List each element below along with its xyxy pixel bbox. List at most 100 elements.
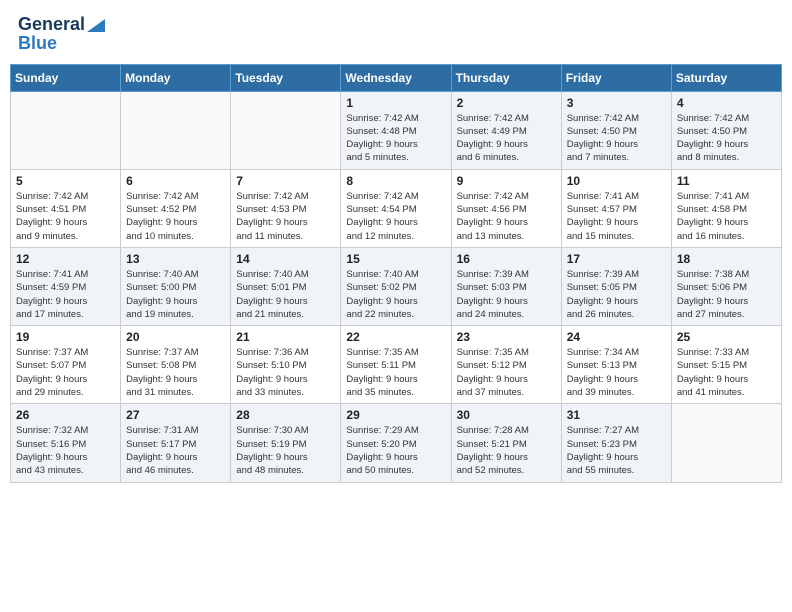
weekday-header-wednesday: Wednesday [341, 64, 451, 91]
calendar-cell: 31Sunrise: 7:27 AM Sunset: 5:23 PM Dayli… [561, 404, 671, 482]
weekday-header-sunday: Sunday [11, 64, 121, 91]
day-number: 11 [677, 174, 776, 188]
calendar-cell: 28 Sunrise: 7:30 AM Sunset: 5:19 PM Dayli… [231, 404, 341, 482]
calendar-cell: 21 Sunrise: 7:36 AM Sunset: 5:10 PM Dayli… [231, 326, 341, 404]
calendar-cell: 16 Sunrise: 7:39 AM Sunset: 5:03 PM Dayli… [451, 247, 561, 325]
calendar-cell: 25 Sunrise: 7:33 AM Sunset: 5:15 PM Dayli… [671, 326, 781, 404]
day-number: 29 [346, 408, 445, 422]
day-info: Sunrise: 7:42 AM Sunset: 4:52 PM Dayligh… [126, 190, 225, 243]
day-number: 22 [346, 330, 445, 344]
calendar-cell: 23 Sunrise: 7:35 AM Sunset: 5:12 PM Dayli… [451, 326, 561, 404]
day-number: 5 [16, 174, 115, 188]
calendar-cell [671, 404, 781, 482]
calendar-cell: 2Sunrise: 7:42 AM Sunset: 4:49 PM Daylig… [451, 91, 561, 169]
day-number: 9 [457, 174, 556, 188]
day-number: 18 [677, 252, 776, 266]
calendar-cell: 19 Sunrise: 7:37 AM Sunset: 5:07 PM Dayli… [11, 326, 121, 404]
day-number: 12 [16, 252, 115, 266]
day-info: Sunrise: 7:36 AM Sunset: 5:10 PM Dayligh… [236, 346, 335, 399]
day-number: 13 [126, 252, 225, 266]
day-number: 6 [126, 174, 225, 188]
calendar-table: SundayMondayTuesdayWednesdayThursdayFrid… [10, 64, 782, 483]
day-info: Sunrise: 7:35 AM Sunset: 5:12 PM Dayligh… [457, 346, 556, 399]
calendar-cell: 3Sunrise: 7:42 AM Sunset: 4:50 PM Daylig… [561, 91, 671, 169]
weekday-header-thursday: Thursday [451, 64, 561, 91]
day-number: 21 [236, 330, 335, 344]
logo-blue-text: Blue [18, 34, 57, 52]
day-number: 10 [567, 174, 666, 188]
day-info: Sunrise: 7:41 AM Sunset: 4:59 PM Dayligh… [16, 268, 115, 321]
day-number: 15 [346, 252, 445, 266]
day-number: 23 [457, 330, 556, 344]
calendar-cell: 24 Sunrise: 7:34 AM Sunset: 5:13 PM Dayli… [561, 326, 671, 404]
calendar-week-2: 5 Sunrise: 7:42 AM Sunset: 4:51 PM Daylig… [11, 169, 782, 247]
day-number: 14 [236, 252, 335, 266]
day-number: 28 [236, 408, 335, 422]
calendar-week-4: 19 Sunrise: 7:37 AM Sunset: 5:07 PM Dayli… [11, 326, 782, 404]
day-info: Sunrise: 7:42 AM Sunset: 4:56 PM Dayligh… [457, 190, 556, 243]
day-info: Sunrise: 7:27 AM Sunset: 5:23 PM Dayligh… [567, 424, 666, 477]
day-info: Sunrise: 7:40 AM Sunset: 5:02 PM Dayligh… [346, 268, 445, 321]
day-number: 30 [457, 408, 556, 422]
calendar-cell: 11 Sunrise: 7:41 AM Sunset: 4:58 PM Dayli… [671, 169, 781, 247]
day-info: Sunrise: 7:38 AM Sunset: 5:06 PM Dayligh… [677, 268, 776, 321]
day-info: Sunrise: 7:42 AM Sunset: 4:54 PM Dayligh… [346, 190, 445, 243]
day-info: Sunrise: 7:31 AM Sunset: 5:17 PM Dayligh… [126, 424, 225, 477]
weekday-header-friday: Friday [561, 64, 671, 91]
calendar-week-3: 12 Sunrise: 7:41 AM Sunset: 4:59 PM Dayli… [11, 247, 782, 325]
weekday-header-monday: Monday [121, 64, 231, 91]
calendar-cell [231, 91, 341, 169]
day-number: 25 [677, 330, 776, 344]
weekday-header-saturday: Saturday [671, 64, 781, 91]
day-info: Sunrise: 7:42 AM Sunset: 4:50 PM Dayligh… [677, 112, 776, 165]
calendar-week-1: 1 Sunrise: 7:42 AM Sunset: 4:48 PM Daylig… [11, 91, 782, 169]
calendar-cell: 13Sunrise: 7:40 AM Sunset: 5:00 PM Dayli… [121, 247, 231, 325]
calendar-cell: 12 Sunrise: 7:41 AM Sunset: 4:59 PM Dayli… [11, 247, 121, 325]
calendar-cell: 27Sunrise: 7:31 AM Sunset: 5:17 PM Dayli… [121, 404, 231, 482]
day-info: Sunrise: 7:42 AM Sunset: 4:53 PM Dayligh… [236, 190, 335, 243]
day-info: Sunrise: 7:37 AM Sunset: 5:07 PM Dayligh… [16, 346, 115, 399]
calendar-cell: 26 Sunrise: 7:32 AM Sunset: 5:16 PM Dayli… [11, 404, 121, 482]
calendar-cell: 18 Sunrise: 7:38 AM Sunset: 5:06 PM Dayli… [671, 247, 781, 325]
day-info: Sunrise: 7:41 AM Sunset: 4:57 PM Dayligh… [567, 190, 666, 243]
day-info: Sunrise: 7:41 AM Sunset: 4:58 PM Dayligh… [677, 190, 776, 243]
day-number: 17 [567, 252, 666, 266]
day-info: Sunrise: 7:29 AM Sunset: 5:20 PM Dayligh… [346, 424, 445, 477]
calendar-cell: 30 Sunrise: 7:28 AM Sunset: 5:21 PM Dayli… [451, 404, 561, 482]
calendar-cell: 15 Sunrise: 7:40 AM Sunset: 5:02 PM Dayli… [341, 247, 451, 325]
day-info: Sunrise: 7:42 AM Sunset: 4:48 PM Dayligh… [346, 112, 445, 165]
day-info: Sunrise: 7:39 AM Sunset: 5:05 PM Dayligh… [567, 268, 666, 321]
calendar-cell [121, 91, 231, 169]
calendar-cell: 17 Sunrise: 7:39 AM Sunset: 5:05 PM Dayli… [561, 247, 671, 325]
day-number: 26 [16, 408, 115, 422]
day-info: Sunrise: 7:34 AM Sunset: 5:13 PM Dayligh… [567, 346, 666, 399]
day-info: Sunrise: 7:32 AM Sunset: 5:16 PM Dayligh… [16, 424, 115, 477]
day-number: 4 [677, 96, 776, 110]
day-info: Sunrise: 7:40 AM Sunset: 5:01 PM Dayligh… [236, 268, 335, 321]
logo: General Blue [18, 14, 105, 52]
day-number: 1 [346, 96, 445, 110]
day-info: Sunrise: 7:35 AM Sunset: 5:11 PM Dayligh… [346, 346, 445, 399]
day-number: 8 [346, 174, 445, 188]
calendar-header-row: SundayMondayTuesdayWednesdayThursdayFrid… [11, 64, 782, 91]
day-info: Sunrise: 7:42 AM Sunset: 4:49 PM Dayligh… [457, 112, 556, 165]
day-info: Sunrise: 7:39 AM Sunset: 5:03 PM Dayligh… [457, 268, 556, 321]
day-info: Sunrise: 7:28 AM Sunset: 5:21 PM Dayligh… [457, 424, 556, 477]
day-info: Sunrise: 7:33 AM Sunset: 5:15 PM Dayligh… [677, 346, 776, 399]
calendar-cell: 1 Sunrise: 7:42 AM Sunset: 4:48 PM Daylig… [341, 91, 451, 169]
day-number: 19 [16, 330, 115, 344]
calendar-cell: 14 Sunrise: 7:40 AM Sunset: 5:01 PM Dayli… [231, 247, 341, 325]
day-number: 24 [567, 330, 666, 344]
calendar-cell [11, 91, 121, 169]
calendar-cell: 29 Sunrise: 7:29 AM Sunset: 5:20 PM Dayli… [341, 404, 451, 482]
calendar-cell: 7 Sunrise: 7:42 AM Sunset: 4:53 PM Daylig… [231, 169, 341, 247]
day-info: Sunrise: 7:42 AM Sunset: 4:50 PM Dayligh… [567, 112, 666, 165]
day-number: 7 [236, 174, 335, 188]
day-number: 16 [457, 252, 556, 266]
day-info: Sunrise: 7:42 AM Sunset: 4:51 PM Dayligh… [16, 190, 115, 243]
calendar-cell: 5 Sunrise: 7:42 AM Sunset: 4:51 PM Daylig… [11, 169, 121, 247]
weekday-header-tuesday: Tuesday [231, 64, 341, 91]
day-info: Sunrise: 7:30 AM Sunset: 5:19 PM Dayligh… [236, 424, 335, 477]
calendar-cell: 6 Sunrise: 7:42 AM Sunset: 4:52 PM Daylig… [121, 169, 231, 247]
calendar-cell: 22 Sunrise: 7:35 AM Sunset: 5:11 PM Dayli… [341, 326, 451, 404]
